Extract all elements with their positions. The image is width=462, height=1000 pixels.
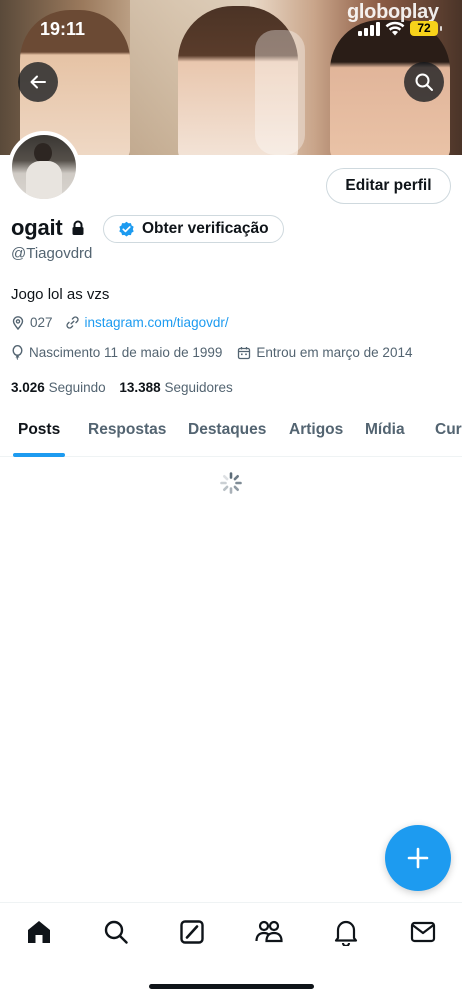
profile-joined-date: Entrou em março de 2014 [256, 345, 413, 360]
following-count: 3.026 [11, 380, 45, 395]
home-indicator[interactable] [149, 984, 314, 989]
profile-name-row: ogait [11, 213, 85, 243]
avatar-head [34, 143, 52, 163]
following-label: Seguindo [48, 380, 106, 395]
following-link[interactable]: 3.026 Seguindo [11, 380, 106, 395]
edit-profile-button[interactable]: Editar perfil [326, 168, 451, 204]
tab-media[interactable]: Mídia [365, 421, 405, 439]
profile-birthday: Nascimento 11 de maio de 1999 [29, 345, 223, 360]
followers-count: 13.388 [119, 380, 161, 395]
nav-notifications[interactable] [331, 917, 361, 947]
nav-home[interactable] [24, 917, 54, 947]
get-verified-label: Obter verificação [142, 220, 269, 237]
back-button[interactable] [18, 62, 58, 102]
followers-label: Seguidores [164, 380, 233, 395]
spinner-icon [220, 472, 242, 494]
messages-icon [410, 921, 436, 943]
profile-bio: Jogo lol as vzs [11, 286, 110, 303]
profile-website-link[interactable]: instagram.com/tiagovdr/ [85, 315, 229, 330]
location-pin-icon [12, 315, 24, 330]
wifi-icon [385, 21, 405, 36]
followers-link[interactable]: 13.388 Seguidores [119, 380, 232, 395]
compose-button[interactable] [385, 825, 451, 891]
tab-replies[interactable]: Respostas [88, 421, 166, 439]
plus-icon [407, 847, 429, 869]
profile-handle: @Tiagovdrd [11, 245, 93, 262]
display-name: ogait [11, 215, 63, 240]
nav-messages[interactable] [408, 917, 438, 947]
lock-icon [72, 220, 84, 235]
notifications-icon [334, 920, 358, 946]
search-icon [104, 920, 128, 944]
get-verified-button[interactable]: Obter verificação [103, 215, 284, 243]
link-icon [65, 316, 79, 329]
search-button[interactable] [404, 62, 444, 102]
status-time: 19:11 [40, 19, 86, 39]
avatar[interactable] [8, 131, 80, 203]
nav-search[interactable] [101, 917, 131, 947]
tab-articles[interactable]: Artigos [289, 421, 343, 439]
verified-badge-icon [119, 221, 134, 236]
calendar-icon [238, 346, 251, 359]
nav-grok[interactable] [177, 917, 207, 947]
tab-highlights[interactable]: Destaques [188, 421, 266, 439]
grok-icon [180, 920, 204, 944]
tab-likes[interactable]: Cur [435, 421, 462, 439]
cellular-signal-icon [358, 22, 380, 36]
profile-meta-row-1: 027 instagram.com/tiagovdr/ [11, 315, 229, 330]
communities-icon [255, 920, 283, 943]
profile-tabs: Posts Respostas Destaques Artigos Mídia … [0, 410, 462, 457]
home-icon [28, 921, 50, 943]
arrow-left-icon [30, 75, 46, 89]
search-icon [415, 73, 433, 91]
profile-meta-row-2: Nascimento 11 de maio de 1999 Entrou em … [11, 345, 412, 360]
active-tab-indicator [13, 453, 65, 457]
profile-location: 027 [30, 315, 53, 330]
status-bar: 19:11 globoplay 72 [0, 0, 462, 54]
battery-icon: 72 [410, 21, 442, 36]
nav-communities[interactable] [254, 917, 284, 947]
avatar-body [26, 161, 62, 199]
tab-posts[interactable]: Posts [18, 421, 60, 439]
balloon-icon [12, 345, 23, 360]
follow-stats: 3.026 Seguindo 13.388 Seguidores [11, 380, 233, 395]
